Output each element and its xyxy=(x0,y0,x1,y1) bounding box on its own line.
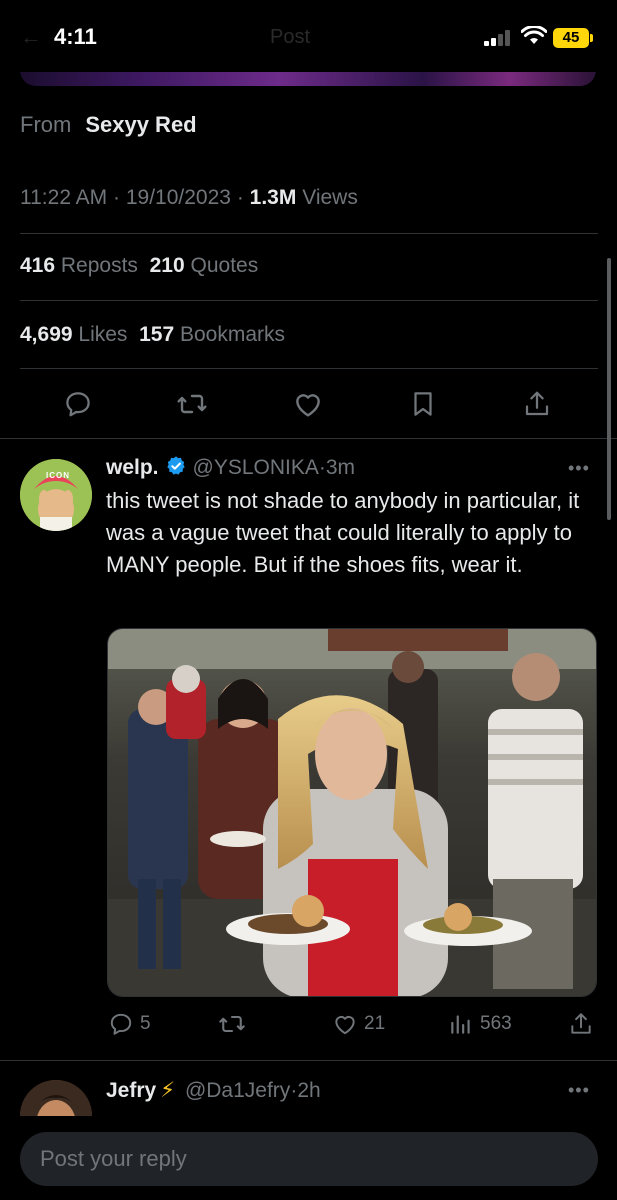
avatar-image xyxy=(20,459,92,531)
repost-icon xyxy=(219,1015,245,1033)
likes-count: 4,699 xyxy=(20,323,73,346)
wifi-icon xyxy=(521,26,547,44)
from-source[interactable]: Sexyy Red xyxy=(85,112,196,137)
share-button[interactable] xyxy=(517,384,557,424)
reply-icon xyxy=(66,392,90,417)
views-button[interactable]: 563 xyxy=(448,1006,512,1042)
meta-separator: · xyxy=(236,186,244,209)
bookmarks-label: Bookmarks xyxy=(180,323,286,346)
meta-separator: · xyxy=(113,186,121,209)
reposts-quotes-line: 416 Reposts 210 Quotes xyxy=(20,254,258,278)
reply-count: 5 xyxy=(140,1013,151,1034)
reply-composer-bar xyxy=(0,1116,617,1200)
battery-nub xyxy=(590,34,593,42)
tweet-time: 2h xyxy=(297,1079,321,1102)
cellular-signal-icon xyxy=(484,30,512,46)
reply-icon xyxy=(110,1013,132,1035)
post-time: 11:22 AM xyxy=(20,186,108,209)
reply-button[interactable] xyxy=(58,384,98,424)
divider xyxy=(0,1060,617,1061)
like-button[interactable]: 21 xyxy=(332,1006,385,1042)
photo-image xyxy=(108,629,596,996)
author-handle[interactable]: @YSLONIKA xyxy=(193,456,319,479)
from-line: From Sexyy Red xyxy=(20,112,197,138)
views-count: 1.3M xyxy=(249,186,297,209)
header-title: Post xyxy=(270,26,311,48)
post-meta: 11:22 AM · 19/10/2023 · 1.3M Views xyxy=(20,186,358,210)
author-name[interactable]: welp. xyxy=(106,456,159,479)
tweet-header: Jefry ⚡ @Da1Jefry·2h xyxy=(106,1078,321,1103)
tweet-header: welp. @YSLONIKA·3m xyxy=(106,455,355,480)
author-handle[interactable]: @Da1Jefry xyxy=(185,1079,290,1102)
bookmark-icon xyxy=(414,392,432,416)
more-options-icon[interactable]: ••• xyxy=(568,458,590,479)
like-icon xyxy=(335,1016,355,1035)
reply-button[interactable]: 5 xyxy=(108,1006,151,1042)
reposts-count: 416 xyxy=(20,254,56,277)
divider xyxy=(20,368,598,369)
share-icon xyxy=(571,1013,591,1034)
divider xyxy=(20,300,598,301)
tweet-media-photo[interactable] xyxy=(107,628,597,997)
back-arrow-icon[interactable]: ← xyxy=(20,24,42,50)
status-bar: ← 4:11 Post 45 xyxy=(0,0,617,72)
reposts-stat[interactable]: 416 Reposts xyxy=(20,254,138,277)
scrollbar[interactable] xyxy=(607,258,611,520)
analytics-icon xyxy=(451,1015,470,1034)
likes-bookmarks-line: 4,699 Likes 157 Bookmarks xyxy=(20,323,285,347)
tweet-engagement-row: 5 21 563 xyxy=(0,1006,617,1042)
repost-button[interactable] xyxy=(218,1006,252,1042)
like-button[interactable] xyxy=(288,384,328,424)
tweet-text: this tweet is not shade to anybody in pa… xyxy=(106,488,580,577)
quotes-label: Quotes xyxy=(190,254,259,277)
tweet-time: 3m xyxy=(325,456,356,479)
bookmarks-stat[interactable]: 157 Bookmarks xyxy=(139,323,285,346)
from-label: From xyxy=(20,112,72,137)
header-separator: · xyxy=(318,456,326,479)
divider xyxy=(0,438,617,439)
views-count: 563 xyxy=(480,1013,512,1034)
views-label: Views xyxy=(302,186,358,209)
reposts-label: Reposts xyxy=(60,254,138,277)
likes-stat[interactable]: 4,699 Likes xyxy=(20,323,127,346)
quotes-stat[interactable]: 210 Quotes xyxy=(150,254,259,277)
author-name[interactable]: Jefry xyxy=(106,1079,156,1102)
verified-badge-icon xyxy=(166,456,185,475)
like-icon xyxy=(296,394,320,417)
avatar[interactable]: ICON xyxy=(20,459,92,531)
post-date: 19/10/2023 xyxy=(125,186,231,209)
avatar-cap-text: ICON xyxy=(46,471,70,480)
share-button[interactable] xyxy=(568,1006,594,1042)
repost-button[interactable] xyxy=(172,384,212,424)
status-time: 4:11 xyxy=(54,24,97,49)
quotes-count: 210 xyxy=(149,254,185,277)
likes-label: Likes xyxy=(78,323,128,346)
post-action-row xyxy=(0,384,617,424)
repost-icon xyxy=(177,394,207,414)
lightning-emoji: ⚡ xyxy=(160,1079,175,1102)
like-count: 21 xyxy=(364,1013,386,1034)
bookmarks-count: 157 xyxy=(139,323,175,346)
more-options-icon[interactable]: ••• xyxy=(568,1080,590,1101)
reply-input[interactable] xyxy=(20,1132,598,1186)
share-icon xyxy=(525,391,549,416)
divider xyxy=(20,233,598,234)
bookmark-button[interactable] xyxy=(403,384,443,424)
battery-indicator: 45 xyxy=(553,28,589,48)
